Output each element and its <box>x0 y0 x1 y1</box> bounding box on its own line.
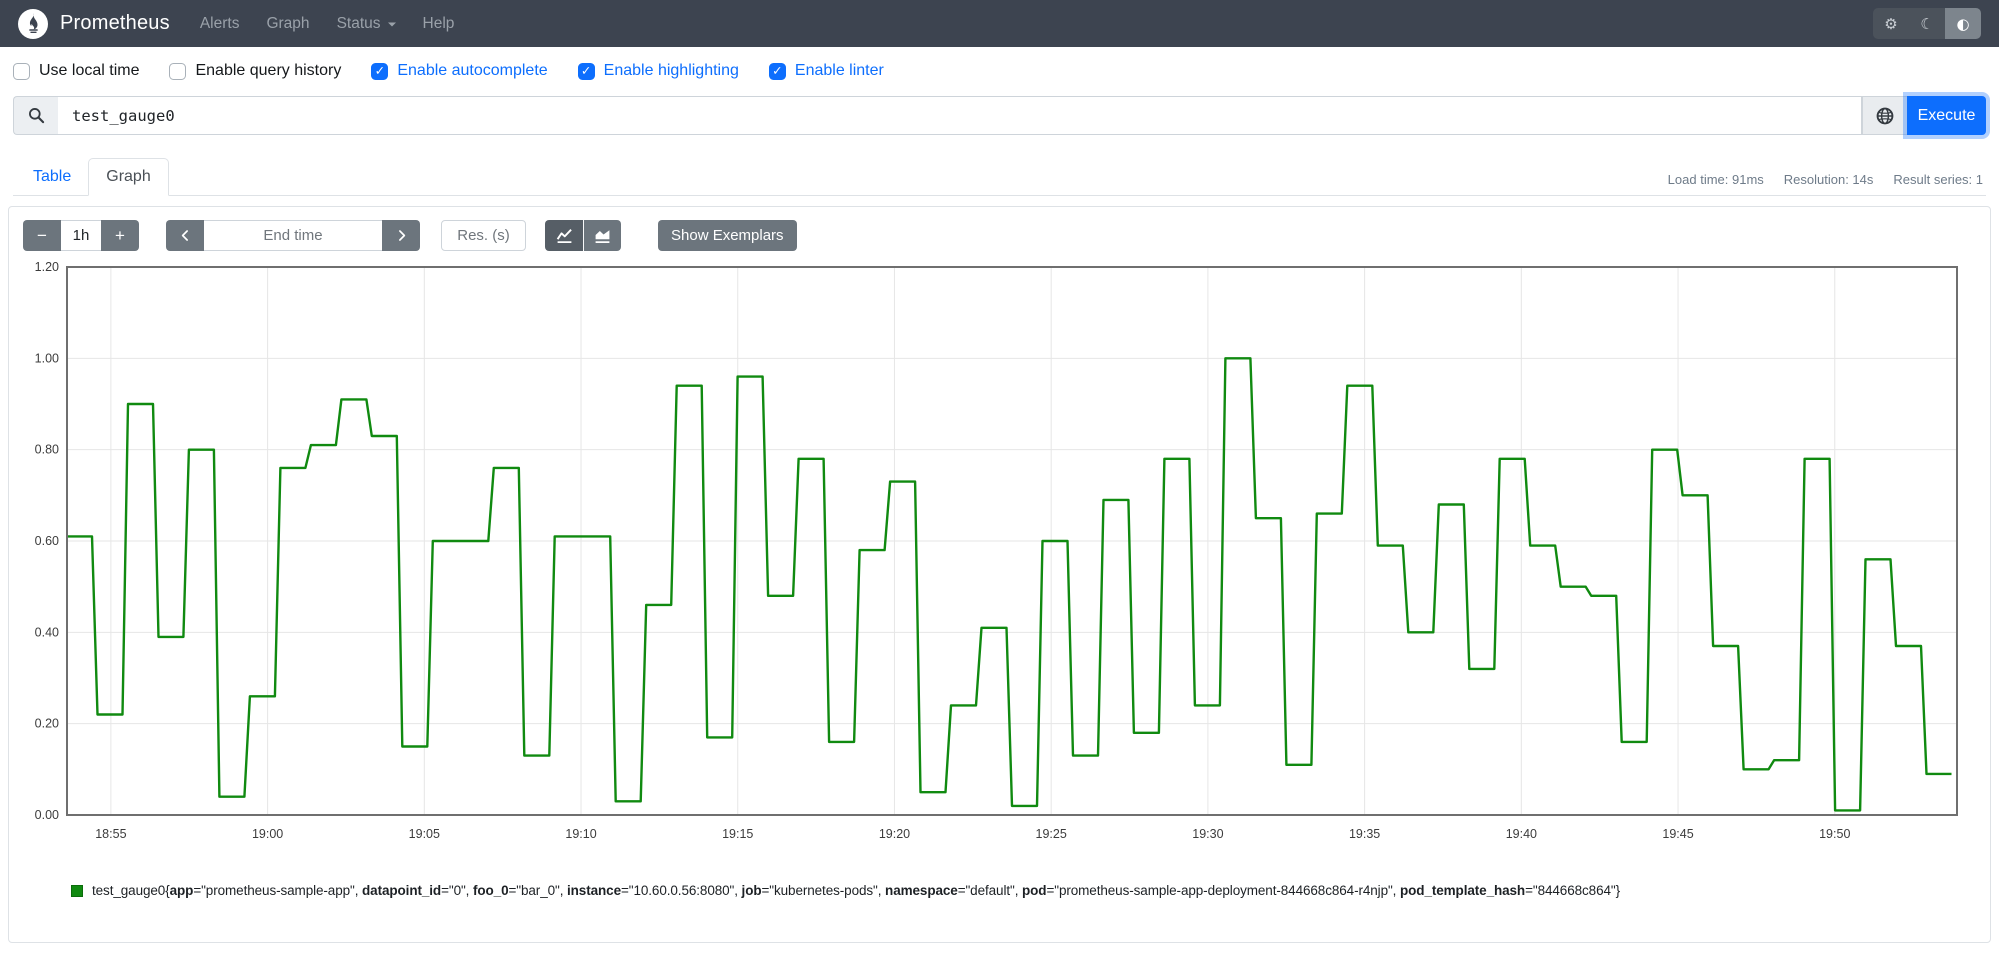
tab-table[interactable]: Table <box>16 159 88 195</box>
search-addon <box>13 96 58 135</box>
svg-text:19:45: 19:45 <box>1662 827 1693 841</box>
chevron-right-icon <box>398 230 405 241</box>
checkbox-enable-highlighting[interactable]: Enable highlighting <box>577 62 739 80</box>
svg-text:18:55: 18:55 <box>95 827 126 841</box>
svg-text:19:05: 19:05 <box>409 827 440 841</box>
chart-area[interactable]: 0.00 0.20 0.40 0.60 0.80 1.00 1.20 18:55 19:00 19… <box>9 259 1990 856</box>
contrast-icon: ◐ <box>1956 14 1970 33</box>
metrics-explorer-addon[interactable] <box>1862 96 1907 135</box>
nav-link-graph[interactable]: Graph <box>266 15 309 33</box>
svg-text:0.40: 0.40 <box>35 625 59 639</box>
checkbox-enable-linter[interactable]: Enable linter <box>768 62 884 80</box>
svg-text:0.00: 0.00 <box>35 808 59 822</box>
svg-text:19:20: 19:20 <box>879 827 910 841</box>
nav-link-alerts[interactable]: Alerts <box>200 15 240 33</box>
search-icon <box>28 108 44 124</box>
checkbox-box[interactable] <box>768 62 786 80</box>
chart-type-toggle <box>545 220 621 251</box>
checkbox-box[interactable] <box>13 62 30 80</box>
checkbox-label: Enable linter <box>794 62 884 79</box>
brand-title[interactable]: Prometheus <box>60 12 170 35</box>
execute-button[interactable]: Execute <box>1907 96 1986 135</box>
graph-panel: − + <box>8 206 1991 943</box>
range-control: − + <box>23 220 139 251</box>
prometheus-logo-icon[interactable] <box>18 8 48 39</box>
checkbox-box[interactable] <box>371 62 389 80</box>
svg-text:19:25: 19:25 <box>1036 827 1067 841</box>
chevron-left-icon <box>181 230 188 241</box>
checkbox-label: Use local time <box>39 62 140 79</box>
line-chart-button[interactable] <box>545 220 583 251</box>
checkbox-label: Enable highlighting <box>603 62 739 79</box>
series-label: test_gauge0{app="prometheus-sample-app",… <box>92 883 1620 898</box>
checkbox-label: Enable autocomplete <box>397 62 548 79</box>
caret-down-icon <box>387 22 396 30</box>
range-decrease-button[interactable]: − <box>23 220 61 251</box>
query-input[interactable] <box>58 96 1862 135</box>
options-row: Use local time Enable query history Enab… <box>0 47 1999 89</box>
nav-link-status[interactable]: Status <box>337 15 396 33</box>
checkbox-enable-autocomplete[interactable]: Enable autocomplete <box>371 62 548 80</box>
checkbox-use-local-time[interactable]: Use local time <box>13 62 139 80</box>
checkbox-enable-query-history[interactable]: Enable query history <box>169 62 341 80</box>
range-increase-button[interactable]: + <box>101 220 139 251</box>
checkbox-box[interactable] <box>577 62 595 80</box>
resolution-input[interactable] <box>441 220 526 251</box>
svg-text:19:40: 19:40 <box>1506 827 1537 841</box>
checkbox-box[interactable] <box>169 62 187 80</box>
chart-svg[interactable]: 0.00 0.20 0.40 0.60 0.80 1.00 1.20 18:55 19:00 19… <box>23 260 1977 851</box>
show-exemplars-button[interactable]: Show Exemplars <box>658 220 797 251</box>
svg-text:0.60: 0.60 <box>35 534 59 548</box>
nav-links: Alerts Graph Status Help <box>200 15 455 33</box>
series-swatch <box>71 884 83 897</box>
moon-icon: ☾ <box>1920 14 1934 33</box>
svg-text:19:50: 19:50 <box>1819 827 1850 841</box>
time-forward-button[interactable] <box>382 220 420 251</box>
end-time-input[interactable] <box>204 220 382 251</box>
theme-toggle-group: ⚙ ☾ ◐ <box>1873 8 1981 39</box>
settings-button[interactable]: ⚙ <box>1873 8 1909 39</box>
globe-icon <box>1876 107 1894 124</box>
navbar: Prometheus Alerts Graph Status Help ⚙ ☾ … <box>0 0 1999 47</box>
nav-link-help[interactable]: Help <box>423 15 455 33</box>
svg-text:1.00: 1.00 <box>35 351 59 365</box>
query-bar: Execute <box>13 96 1986 135</box>
auto-theme-button[interactable]: ◐ <box>1945 8 1981 39</box>
stat-result-series: Result series: 1 <box>1893 172 1983 187</box>
gear-icon: ⚙ <box>1884 14 1898 33</box>
query-stats: Load time: 91ms Resolution: 14s Result s… <box>1668 172 1983 195</box>
range-input[interactable] <box>61 220 101 251</box>
svg-text:19:00: 19:00 <box>252 827 283 841</box>
stacked-chart-button[interactable] <box>583 220 621 251</box>
svg-text:0.80: 0.80 <box>35 443 59 457</box>
graph-controls: − + <box>9 207 1990 259</box>
stat-resolution: Resolution: 14s <box>1783 172 1874 187</box>
time-back-button[interactable] <box>166 220 204 251</box>
svg-text:19:35: 19:35 <box>1349 827 1380 841</box>
stacked-chart-icon <box>595 230 610 243</box>
dark-mode-button[interactable]: ☾ <box>1909 8 1945 39</box>
tabs-row: Table Graph Load time: 91ms Resolution: … <box>13 155 1986 196</box>
checkbox-label: Enable query history <box>195 62 342 79</box>
stat-load-time: Load time: 91ms <box>1667 172 1764 187</box>
flame-icon <box>28 13 38 33</box>
svg-text:19:10: 19:10 <box>565 827 596 841</box>
tab-graph[interactable]: Graph <box>88 158 169 196</box>
end-time-control <box>166 220 420 251</box>
svg-text:0.20: 0.20 <box>35 717 59 731</box>
nav-link-status-label: Status <box>336 14 381 32</box>
svg-text:1.20: 1.20 <box>35 261 59 274</box>
line-chart-icon <box>556 228 572 243</box>
svg-text:19:15: 19:15 <box>722 827 753 841</box>
legend[interactable]: test_gauge0{app="prometheus-sample-app",… <box>71 883 1990 898</box>
svg-text:19:30: 19:30 <box>1192 827 1223 841</box>
